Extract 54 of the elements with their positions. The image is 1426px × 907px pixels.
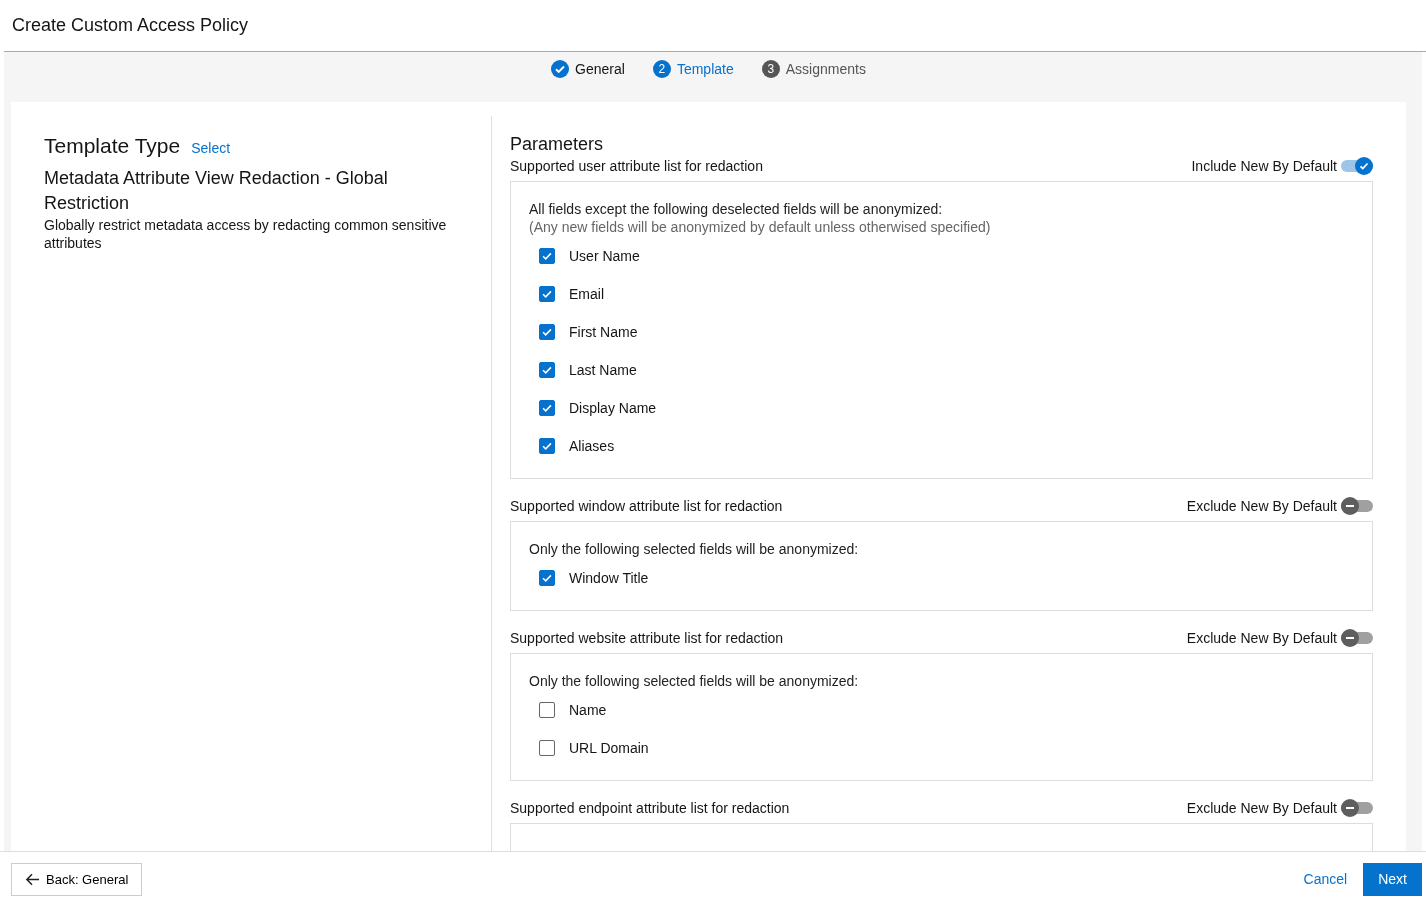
toggle-label: Exclude New By Default bbox=[1186, 498, 1337, 514]
checkbox[interactable] bbox=[539, 286, 555, 302]
toggle-switch[interactable] bbox=[1341, 500, 1373, 512]
checkbox[interactable] bbox=[539, 324, 555, 340]
checkbox-label: Name bbox=[569, 702, 607, 718]
wizard-step[interactable]: General bbox=[551, 60, 625, 78]
back-button[interactable]: Back: General bbox=[11, 862, 143, 896]
section-title: Supported website attribute list for redaction bbox=[510, 630, 784, 646]
checkbox-label: Display Name bbox=[569, 400, 657, 416]
checkbox-label: URL Domain bbox=[569, 740, 649, 756]
check-circle-icon bbox=[551, 60, 570, 78]
section-title: Supported endpoint attribute list for redaction bbox=[510, 800, 790, 816]
intro-text: All fields except the following deselected fields will be anonymized: bbox=[529, 200, 944, 218]
checkbox[interactable] bbox=[539, 248, 555, 264]
template-name: Metadata Attribute View Redaction - Global Restriction bbox=[44, 167, 389, 215]
arrow-left-icon bbox=[25, 871, 40, 887]
toggle-switch[interactable] bbox=[1341, 632, 1373, 644]
intro-text: (Any new fields will be anonymized by default unless otherwised specified) bbox=[529, 218, 992, 236]
template-type-heading: Template Type bbox=[44, 134, 181, 158]
checkbox-label: Email bbox=[569, 286, 604, 302]
intro-text: Only the following selected fields will be anonymized: bbox=[529, 540, 860, 558]
checkbox[interactable] bbox=[539, 400, 555, 416]
step-label: Template bbox=[676, 61, 734, 77]
intro-text: Only the following selected fields will be anonymized: bbox=[529, 672, 860, 690]
check-icon bbox=[1358, 160, 1370, 172]
wizard-step[interactable]: 2 Template bbox=[652, 60, 734, 78]
checkbox-label: First Name bbox=[569, 324, 638, 340]
template-description: Globally restrict metadata access by redacting common sensitive attributes bbox=[44, 216, 448, 252]
checkbox[interactable] bbox=[539, 362, 555, 378]
select-link[interactable]: Select bbox=[191, 140, 231, 156]
parameters-heading: Parameters bbox=[510, 134, 605, 155]
section-title: Supported window attribute list for redaction bbox=[510, 498, 783, 514]
toggle-switch[interactable] bbox=[1341, 160, 1373, 172]
section-title: Supported user attribute list for redaction bbox=[510, 158, 763, 174]
toggle-label: Exclude New By Default bbox=[1186, 800, 1337, 816]
checkbox[interactable] bbox=[539, 438, 555, 454]
step-label: Assignments bbox=[785, 61, 866, 77]
step-number: 3 bbox=[761, 60, 780, 78]
toggle-switch[interactable] bbox=[1341, 802, 1373, 814]
wizard-step[interactable]: 3 Assignments bbox=[761, 60, 866, 78]
checkbox-label: Last Name bbox=[569, 362, 637, 378]
checkbox[interactable] bbox=[539, 702, 555, 718]
checkbox-label: User Name bbox=[569, 248, 640, 264]
toggle-label: Exclude New By Default bbox=[1186, 630, 1337, 646]
step-number: 2 bbox=[652, 60, 671, 78]
step-label: General bbox=[575, 61, 625, 77]
next-button[interactable]: Next bbox=[1363, 862, 1422, 896]
checkbox-label: Window Title bbox=[569, 570, 649, 586]
checkbox[interactable] bbox=[539, 570, 555, 586]
checkbox[interactable] bbox=[539, 740, 555, 756]
page-title: Create Custom Access Policy bbox=[12, 15, 249, 36]
cancel-link[interactable]: Cancel bbox=[1303, 871, 1348, 887]
toggle-label: Include New By Default bbox=[1191, 158, 1337, 174]
checkbox-label: Aliases bbox=[569, 438, 615, 454]
